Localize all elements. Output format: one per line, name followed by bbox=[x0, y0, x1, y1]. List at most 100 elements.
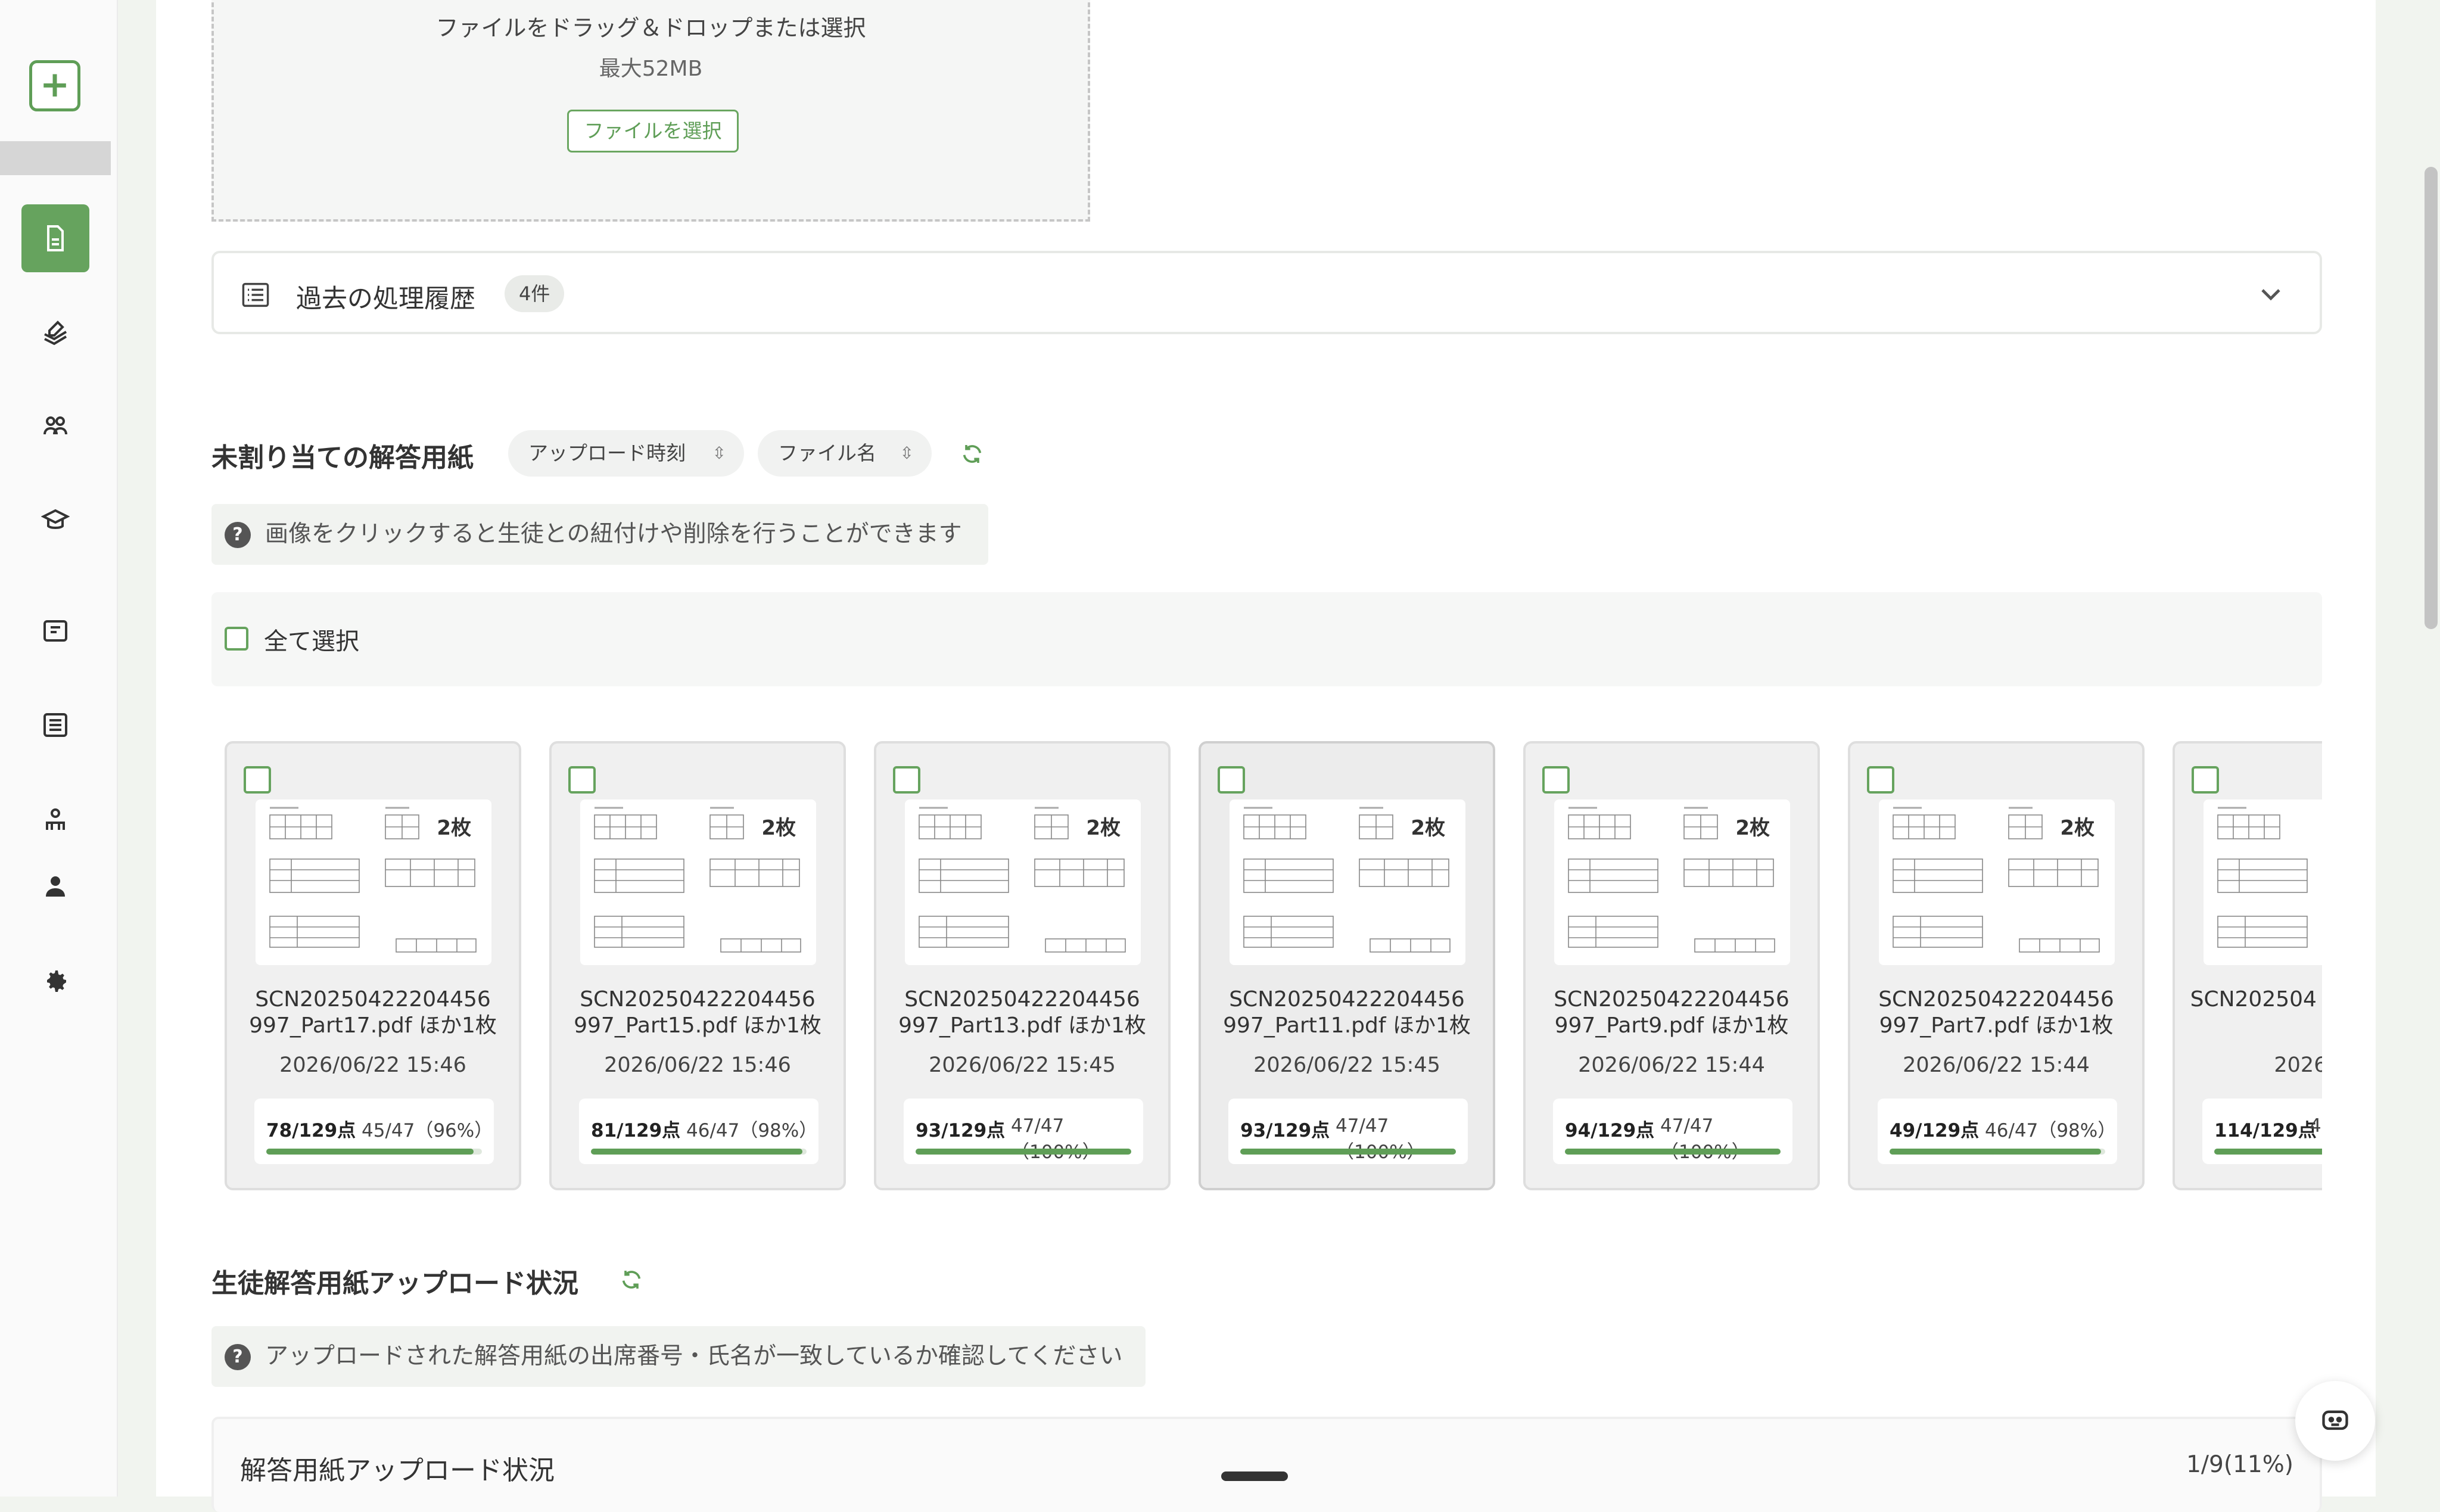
sort-upload-time-label: アップロード時刻 bbox=[528, 441, 686, 465]
score-points: 93/129点 bbox=[1240, 1120, 1330, 1141]
select-all-label[interactable]: 全て選択 bbox=[264, 622, 359, 657]
page-count-badge: 2枚 bbox=[2052, 813, 2103, 844]
file-drop-zone[interactable]: ファイルをドラッグ＆ドロップまたは選択 最大52MB ファイルを選択 bbox=[211, 0, 1090, 222]
score-progress-bar bbox=[2214, 1149, 2322, 1155]
nav-grading[interactable] bbox=[21, 298, 89, 366]
nav-list[interactable] bbox=[21, 691, 89, 759]
upload-date: 2026/06/22 15:45 bbox=[929, 1053, 1116, 1077]
score-progress-fill bbox=[916, 1149, 1131, 1155]
answer-sheet-card[interactable]: 2枚 SCN20250422204456 997_Part11.pdf ほか1枚 2… bbox=[1199, 741, 1495, 1190]
sort-updown-icon: ⇳ bbox=[712, 443, 726, 463]
score-progress-fill bbox=[1890, 1149, 2101, 1155]
score-summary: 94/129点47/47（100%） bbox=[1553, 1099, 1792, 1164]
side-nav: + bbox=[0, 0, 118, 1497]
score-progress-bar bbox=[1240, 1149, 1456, 1155]
score-points: 78/129点 bbox=[266, 1120, 356, 1141]
select-file-button[interactable]: ファイルを選択 bbox=[567, 110, 739, 153]
answer-sheet-card[interactable]: 2枚 SCN20250422204456 997_Part13.pdf ほか1枚 2… bbox=[874, 741, 1171, 1190]
score-summary: 78/129点 45/47（96%） bbox=[254, 1099, 494, 1164]
answer-sheet-checkbox[interactable] bbox=[2192, 766, 2219, 794]
upload-status-hint-text: アップロードされた解答用紙の出席番号・氏名が一致しているか確認してください bbox=[265, 1343, 1123, 1370]
chevron-down-icon[interactable] bbox=[2259, 284, 2283, 306]
history-title: 過去の処理履歴 bbox=[296, 284, 475, 314]
score-progress-fill bbox=[591, 1149, 802, 1155]
sort-filename-button[interactable]: ファイル名 ⇳ bbox=[758, 430, 932, 477]
answer-sheet-card[interactable]: 2枚 SCN20250422204456 997_Part7.pdf ほか1枚 20… bbox=[1848, 741, 2145, 1190]
answer-sheet-checkbox[interactable] bbox=[893, 766, 920, 794]
gear-icon bbox=[47, 970, 66, 992]
answer-sheet-thumbnail[interactable]: 2枚 bbox=[580, 799, 816, 965]
file-name: SCN20250422204456 997_Part11.pdf ほか1枚 bbox=[1223, 987, 1471, 1038]
nav-teacher[interactable] bbox=[21, 785, 89, 853]
sort-updown-icon: ⇳ bbox=[900, 443, 914, 463]
answer-sheet-thumbnail[interactable]: 2枚 bbox=[1554, 799, 1790, 965]
nav-answer-sheets[interactable] bbox=[21, 204, 89, 272]
file-name: SCN20250422204456 997_Part7.pdf ほか1枚 bbox=[1878, 987, 2114, 1038]
upload-status-box-title: 解答用紙アップロード状況 bbox=[240, 1455, 555, 1486]
answer-sheet-thumbnail[interactable] bbox=[2204, 799, 2322, 965]
answered-count: 4 bbox=[2310, 1115, 2321, 1137]
answer-sheet-card[interactable]: SCN202504 997_Part5.p 2026/06/114/129点4 bbox=[2173, 741, 2322, 1190]
score-progress-bar bbox=[591, 1149, 807, 1155]
score-progress-fill bbox=[266, 1149, 474, 1155]
refresh-icon[interactable] bbox=[620, 1268, 643, 1292]
answered-count: 45/47（96%） bbox=[362, 1120, 493, 1141]
answer-sheet-card[interactable]: 2枚 SCN20250422204456 997_Part17.pdf ほか1枚 2… bbox=[225, 741, 521, 1190]
answer-sheet-checkbox[interactable] bbox=[1542, 766, 1570, 794]
file-name: SCN202504 997_Part5.p bbox=[2190, 987, 2322, 1012]
nav-account[interactable] bbox=[21, 852, 89, 920]
sort-upload-time-button[interactable]: アップロード時刻 ⇳ bbox=[508, 430, 744, 477]
nav-exams[interactable] bbox=[21, 597, 89, 665]
home-indicator bbox=[1221, 1471, 1288, 1481]
answer-sheet-card[interactable]: 2枚 SCN20250422204456 997_Part9.pdf ほか1枚 20… bbox=[1523, 741, 1820, 1190]
answer-sheet-card[interactable]: 2枚 SCN20250422204456 997_Part15.pdf ほか1枚 2… bbox=[549, 741, 846, 1190]
list-icon bbox=[43, 713, 67, 737]
answer-sheet-checkbox[interactable] bbox=[1867, 766, 1894, 794]
new-exam-button[interactable]: + bbox=[29, 60, 80, 111]
file-name: SCN20250422204456 997_Part13.pdf ほか1枚 bbox=[898, 987, 1146, 1038]
nav-divider bbox=[0, 141, 111, 175]
scrollbar-thumb[interactable] bbox=[2425, 167, 2438, 629]
chat-support-button[interactable] bbox=[2295, 1381, 2375, 1461]
file-name: SCN20250422204456 997_Part9.pdf ほか1枚 bbox=[1554, 987, 1789, 1038]
question-icon: ? bbox=[225, 522, 251, 548]
unassigned-hint-text: 画像をクリックすると生徒との紐付けや削除を行うことができます bbox=[265, 521, 962, 547]
sort-filename-label: ファイル名 bbox=[778, 441, 876, 465]
answered-count: 46/47（98%） bbox=[686, 1120, 818, 1141]
upload-date: 2026/06/22 15:45 bbox=[1253, 1053, 1440, 1077]
answer-sheet-checkbox[interactable] bbox=[244, 766, 271, 794]
document-icon bbox=[47, 225, 64, 251]
score-progress-bar bbox=[916, 1149, 1131, 1155]
refresh-icon[interactable] bbox=[960, 442, 984, 466]
answer-sheet-thumbnail[interactable]: 2枚 bbox=[1230, 799, 1465, 965]
select-all-row: 全て選択 bbox=[211, 592, 2322, 686]
teacher-icon bbox=[46, 808, 65, 830]
chat-bot-icon bbox=[2322, 1410, 2348, 1430]
select-all-checkbox[interactable] bbox=[225, 627, 248, 651]
upload-date: 2026/06/ bbox=[2274, 1053, 2322, 1077]
nav-groups[interactable] bbox=[21, 392, 89, 460]
history-count-badge: 4件 bbox=[505, 275, 565, 312]
score-points: 94/129点 bbox=[1565, 1120, 1655, 1141]
question-icon: ? bbox=[225, 1344, 251, 1370]
nav-settings[interactable] bbox=[21, 947, 89, 1015]
drop-zone-text: ファイルをドラッグ＆ドロップまたは選択 bbox=[435, 15, 866, 41]
upload-status-ratio: 1/9(11%) bbox=[2186, 1451, 2293, 1478]
score-progress-bar bbox=[1890, 1149, 2105, 1155]
score-points: 93/129点 bbox=[916, 1120, 1006, 1141]
answer-sheet-thumbnail[interactable]: 2枚 bbox=[256, 799, 491, 965]
score-summary: 93/129点47/47（100%） bbox=[904, 1099, 1143, 1164]
upload-date: 2026/06/22 15:46 bbox=[604, 1053, 791, 1077]
score-points: 49/129点 bbox=[1890, 1120, 1980, 1141]
nav-students[interactable] bbox=[21, 487, 89, 555]
pen-paper-icon bbox=[44, 321, 67, 346]
history-accordion[interactable]: 過去の処理履歴 4件 bbox=[211, 251, 2322, 334]
file-name: SCN20250422204456 997_Part15.pdf ほか1枚 bbox=[574, 987, 821, 1038]
answer-sheet-checkbox[interactable] bbox=[1218, 766, 1245, 794]
answer-sheet-checkbox[interactable] bbox=[568, 766, 596, 794]
score-summary: 114/129点 4 bbox=[2202, 1099, 2322, 1164]
answer-sheet-thumbnail[interactable]: 2枚 bbox=[1879, 799, 2115, 965]
answer-sheet-thumbnail[interactable]: 2枚 bbox=[905, 799, 1141, 965]
answered-count: 46/47（98%） bbox=[1985, 1120, 2117, 1141]
graduation-cap-icon bbox=[41, 509, 70, 529]
